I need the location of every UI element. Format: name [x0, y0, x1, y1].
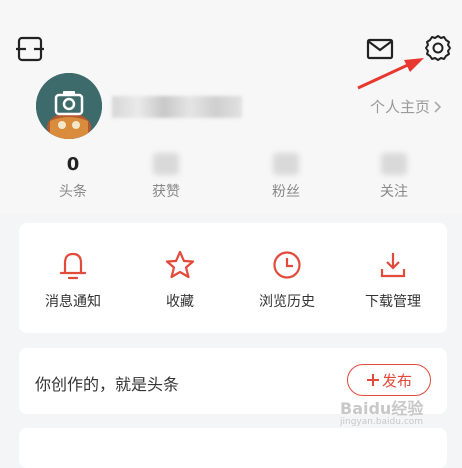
watermark: Baidu经验 jingyan.baidu.com [340, 395, 423, 427]
stat-label: 获赞 [152, 184, 180, 200]
publish-button[interactable]: 发布 [347, 364, 431, 396]
action-notifications[interactable]: 消息通知 [23, 245, 123, 311]
stat-likes[interactable]: 获赞 [126, 151, 206, 201]
star-icon [165, 250, 195, 279]
watermark-main: Baidu经验 [340, 399, 424, 418]
watermark-sub: jingyan.baidu.com [340, 417, 424, 427]
annotation-arrow [357, 58, 424, 90]
username-blurred [112, 96, 242, 118]
next-card [19, 428, 447, 468]
plus-icon [366, 374, 379, 386]
stat-value-blurred [246, 151, 326, 177]
stat-followers[interactable]: 粉丝 [246, 151, 326, 201]
avatar[interactable] [36, 73, 102, 139]
action-label: 浏览历史 [259, 294, 315, 310]
stat-toutiao[interactable]: 0 头条 [33, 151, 113, 201]
stat-label: 粉丝 [272, 184, 300, 200]
clock-icon [273, 251, 301, 279]
action-label: 消息通知 [45, 294, 101, 310]
quick-actions-card: 消息通知 收藏 浏览历史 下载管理 [19, 223, 447, 333]
scan-icon[interactable] [12, 31, 48, 67]
stat-label: 头条 [59, 184, 87, 200]
publish-label: 发布 [381, 371, 412, 390]
stat-value: 0 [66, 153, 80, 175]
action-label: 下载管理 [365, 294, 421, 310]
bell-icon [59, 252, 87, 280]
action-favorites[interactable]: 收藏 [130, 245, 230, 311]
chevron-right-icon [434, 100, 442, 113]
stat-value-blurred [354, 151, 434, 177]
action-history[interactable]: 浏览历史 [237, 245, 337, 311]
stat-value-blurred [126, 151, 206, 177]
profile-link-label: 个人主页 [369, 98, 430, 116]
action-label: 收藏 [166, 294, 194, 310]
download-icon [380, 253, 406, 278]
stat-following[interactable]: 关注 [354, 151, 434, 201]
stat-label: 关注 [380, 184, 408, 200]
action-downloads[interactable]: 下载管理 [343, 245, 443, 311]
profile-homepage-link[interactable]: 个人主页 [370, 96, 442, 117]
creation-prompt: 你创作的，就是头条 [35, 375, 180, 394]
